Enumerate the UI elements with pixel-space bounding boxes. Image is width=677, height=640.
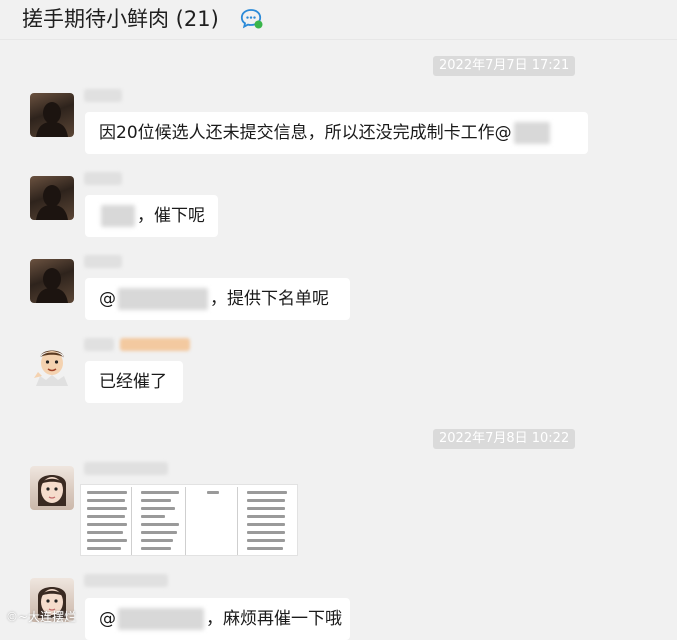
image-text-line: [141, 507, 175, 510]
image-text-line: [141, 539, 173, 542]
message-bubble[interactable]: @ ，提供下名单呢: [85, 278, 350, 320]
image-column: [135, 487, 186, 555]
avatar[interactable]: [30, 93, 74, 137]
image-text-line: [247, 539, 285, 542]
child-photo-icon: [38, 475, 66, 506]
avatar[interactable]: [30, 259, 74, 303]
image-text-line: [247, 499, 285, 502]
chat-header: 搓手期待小鲜肉 (21): [0, 0, 677, 40]
image-message[interactable]: [80, 484, 298, 556]
time-separator: 2022年7月8日 10:22: [433, 429, 576, 449]
mention-prefix: @: [99, 609, 116, 629]
time-separator: 2022年7月7日 17:21: [433, 56, 576, 76]
group-chat-icon[interactable]: [240, 8, 264, 30]
watermark: ©~大连摆烂: [6, 610, 77, 624]
image-text-line: [87, 539, 127, 542]
image-text-line: [87, 531, 123, 534]
image-text-line: [87, 499, 125, 502]
message-text: 已经催了: [99, 372, 167, 392]
avatar-silhouette-icon: [36, 268, 68, 303]
avatar[interactable]: [30, 466, 74, 510]
avatar[interactable]: [30, 342, 74, 386]
image-text-line: [87, 507, 127, 510]
sender-name: [84, 574, 168, 587]
image-column: [241, 487, 293, 555]
redacted-mention: [513, 122, 550, 144]
sender-name: [84, 462, 168, 475]
mention-prefix: @: [99, 289, 116, 309]
avatar-silhouette-icon: [36, 102, 68, 137]
sender-title-badge: [120, 338, 190, 351]
image-text-line: [141, 515, 165, 518]
avatar-silhouette-icon: [36, 185, 68, 220]
image-text-line: [141, 491, 179, 494]
image-text-line: [141, 547, 171, 550]
image-text-line: [87, 523, 127, 526]
image-text-line: [247, 491, 287, 494]
sender-name: [84, 338, 114, 351]
message-text: ，催下呢: [137, 206, 205, 226]
avatar[interactable]: [30, 176, 74, 220]
image-text-line: [87, 491, 127, 494]
sender-name: [84, 255, 122, 268]
image-column: [189, 487, 238, 555]
image-text-line: [141, 531, 177, 534]
image-text-line: [87, 547, 121, 550]
message-bubble[interactable]: 因20位候选人还未提交信息，所以还没完成制卡工作@: [85, 112, 588, 154]
image-text-line: [247, 547, 283, 550]
image-text-line: [247, 515, 285, 518]
image-column: [83, 487, 132, 555]
image-text-line: [207, 491, 219, 494]
image-text-line: [87, 515, 125, 518]
redacted-mention: [118, 288, 208, 310]
message-text: 因20位候选人还未提交信息，所以还没完成制卡工作@: [99, 123, 512, 143]
cartoon-avatar-icon: [34, 350, 68, 386]
sender-name: [84, 89, 122, 102]
image-text-line: [141, 523, 179, 526]
message-bubble[interactable]: 已经催了: [85, 361, 183, 403]
message-text: ，麻烦再催一下哦: [206, 609, 342, 629]
image-text-line: [247, 507, 285, 510]
image-text-line: [247, 523, 285, 526]
chat-title: 搓手期待小鲜肉 (21): [22, 7, 219, 31]
sender-name: [84, 172, 122, 185]
redacted-name: [101, 205, 135, 227]
image-text-line: [141, 499, 171, 502]
message-text: ，提供下名单呢: [210, 289, 329, 309]
image-text-line: [247, 531, 285, 534]
message-bubble[interactable]: ，催下呢: [85, 195, 218, 237]
redacted-mention: [118, 608, 204, 630]
message-bubble[interactable]: @ ，麻烦再催一下哦: [85, 598, 350, 640]
